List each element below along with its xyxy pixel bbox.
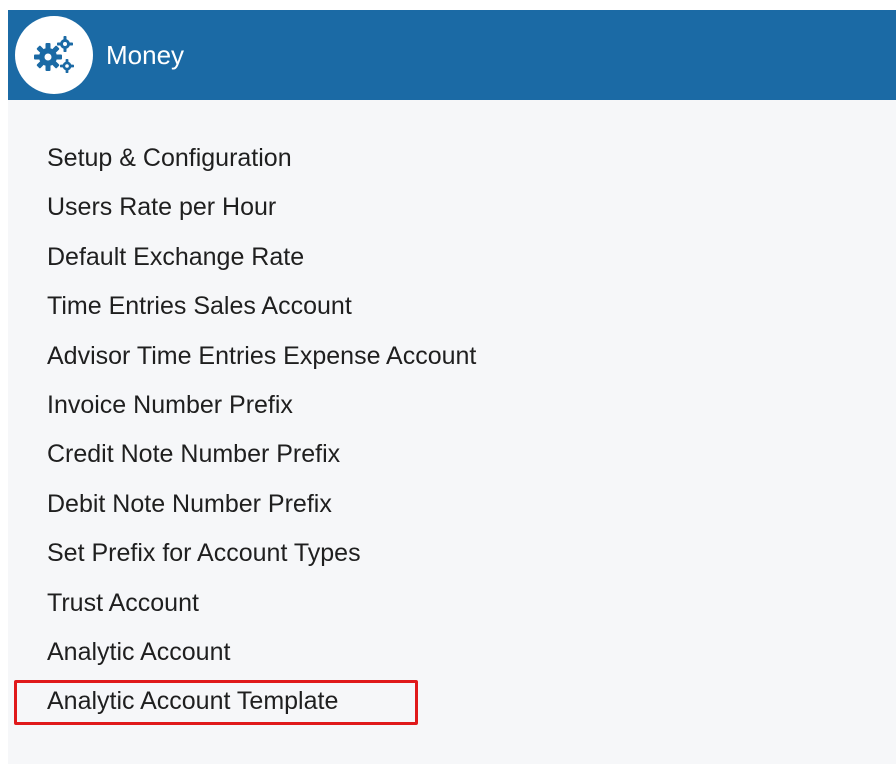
menu-item-label: Default Exchange Rate xyxy=(47,242,305,271)
menu-item-trust-account[interactable]: Trust Account xyxy=(8,579,896,628)
menu-item-label: Setup & Configuration xyxy=(47,144,292,172)
menu-item-analytic-account[interactable]: Analytic Account xyxy=(8,628,896,677)
gears-icon xyxy=(34,36,74,73)
menu-item-debit-note-number-prefix[interactable]: Debit Note Number Prefix xyxy=(8,480,896,529)
menu-item-label: Advisor Time Entries Expense Account xyxy=(47,341,477,370)
menu-item-label: Trust Account xyxy=(47,588,199,617)
panel-title: Money xyxy=(106,40,185,70)
settings-menu: Setup & Configuration Users Rate per Hou… xyxy=(8,134,896,727)
menu-item-label: Set Prefix for Account Types xyxy=(47,539,361,568)
menu-item-setup-configuration[interactable]: Setup & Configuration xyxy=(8,134,896,183)
menu-item-label: Users Rate per Hour xyxy=(47,193,277,222)
panel-header: Money xyxy=(8,10,896,100)
menu-item-advisor-time-entries-expense-account[interactable]: Advisor Time Entries Expense Account xyxy=(8,332,896,381)
menu-item-default-exchange-rate[interactable]: Default Exchange Rate xyxy=(8,233,896,282)
menu-item-label: Invoice Number Prefix xyxy=(47,390,293,419)
menu-item-time-entries-sales-account[interactable]: Time Entries Sales Account xyxy=(8,282,896,331)
menu-item-users-rate-per-hour[interactable]: Users Rate per Hour xyxy=(8,183,896,232)
menu-item-label: Analytic Account Template xyxy=(47,687,339,716)
menu-item-label: Analytic Account xyxy=(47,637,231,666)
header-icon-badge xyxy=(15,16,93,94)
menu-item-set-prefix-account-types[interactable]: Set Prefix for Account Types xyxy=(8,529,896,578)
menu-item-invoice-number-prefix[interactable]: Invoice Number Prefix xyxy=(8,381,896,430)
menu-item-credit-note-number-prefix[interactable]: Credit Note Number Prefix xyxy=(8,430,896,479)
money-settings-panel: Money Setup & Configuration Users Rate p… xyxy=(8,10,896,764)
menu-item-label: Time Entries Sales Account xyxy=(47,292,352,321)
menu-item-analytic-account-template[interactable]: Analytic Account Template xyxy=(8,677,896,726)
menu-item-label: Debit Note Number Prefix xyxy=(47,489,332,518)
menu-item-label: Credit Note Number Prefix xyxy=(47,440,341,469)
